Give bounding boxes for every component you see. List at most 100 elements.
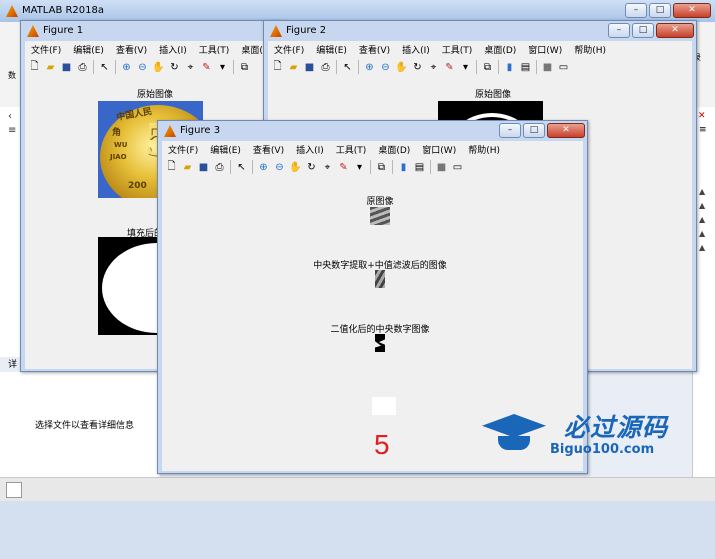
new-figure-icon[interactable]: 🗋 [27,60,42,75]
brush-icon[interactable]: ✎ [199,60,214,75]
menu-view[interactable]: 查看(V) [247,143,290,156]
coin-wu: WU [114,141,128,149]
menu-tools[interactable]: 工具(T) [193,43,236,56]
pointer-icon[interactable]: ↖ [97,60,112,75]
dock-icon[interactable]: ▭ [556,60,571,75]
hide-tools-icon[interactable]: ■ [434,160,449,175]
matlab-logo-icon [164,125,176,137]
zoom-out-icon[interactable]: ⊖ [272,160,287,175]
rotate-icon[interactable]: ↻ [304,160,319,175]
menu-file[interactable]: 文件(F) [162,143,204,156]
menu-desktop[interactable]: 桌面(D) [478,43,522,56]
data-cursor-icon[interactable]: ⌖ [183,60,198,75]
brush-icon[interactable]: ✎ [336,160,351,175]
rotate-icon[interactable]: ↻ [167,60,182,75]
dropdown-arrow-icon[interactable]: ▾ [215,60,230,75]
list-icon-right[interactable]: ≡ [699,125,707,135]
figure-2-title: Figure 2 [286,25,327,36]
hide-tools-icon[interactable]: ■ [540,60,555,75]
colorbar-icon[interactable]: ▮ [396,160,411,175]
dock-icon[interactable]: ▭ [450,160,465,175]
dropdown-arrow-icon[interactable]: ▾ [352,160,367,175]
link-icon[interactable]: ⧉ [237,60,252,75]
open-file-icon[interactable]: ▰ [286,60,301,75]
menu-tools[interactable]: 工具(T) [436,43,479,56]
data-cursor-icon[interactable]: ⌖ [426,60,441,75]
save-icon[interactable]: ■ [59,60,74,75]
figure-3-axes-3-title: 二值化后的中央数字图像 [330,325,430,335]
open-file-icon[interactable]: ▰ [43,60,58,75]
menu-insert[interactable]: 插入(I) [153,43,193,56]
pan-icon[interactable]: ✋ [394,60,409,75]
main-minimize-button[interactable]: – [625,3,647,18]
fig2-maximize-button[interactable]: □ [632,23,654,38]
menu-view[interactable]: 查看(V) [353,43,396,56]
fig3-maximize-button[interactable]: □ [523,123,545,138]
data-cursor-icon[interactable]: ⌖ [320,160,335,175]
binarized-digit-image [375,334,385,352]
fig2-close-button[interactable]: ✕ [656,23,694,38]
graduation-cap-base-icon [498,436,530,450]
print-icon[interactable]: ⎙ [75,60,90,75]
menu-insert[interactable]: 插入(I) [290,143,330,156]
median-filtered-image [375,270,385,288]
print-icon[interactable]: ⎙ [212,160,227,175]
main-close-button[interactable]: ✕ [673,3,711,18]
save-icon[interactable]: ■ [302,60,317,75]
back-arrow-icon[interactable]: ‹ [8,111,12,122]
menu-file[interactable]: 文件(F) [25,43,67,56]
zoom-in-icon[interactable]: ⊕ [256,160,271,175]
fig3-close-button[interactable]: ✕ [547,123,585,138]
legend-icon[interactable]: ▤ [412,160,427,175]
original-crop-image [370,207,390,225]
new-figure-icon[interactable]: 🗋 [164,160,179,175]
legend-icon[interactable]: ▤ [518,60,533,75]
menu-help[interactable]: 帮助(H) [462,143,506,156]
zoom-out-icon[interactable]: ⊖ [135,60,150,75]
print-icon[interactable]: ⎙ [318,60,333,75]
menu-window[interactable]: 窗口(W) [522,43,568,56]
colorbar-icon[interactable]: ▮ [502,60,517,75]
pointer-icon[interactable]: ↖ [340,60,355,75]
menu-edit[interactable]: 编辑(E) [204,143,247,156]
menu-file[interactable]: 文件(F) [268,43,310,56]
zoom-out-icon[interactable]: ⊖ [378,60,393,75]
main-maximize-button[interactable]: □ [649,3,671,18]
menu-view[interactable]: 查看(V) [110,43,153,56]
fig2-minimize-button[interactable]: – [608,23,630,38]
menu-tools[interactable]: 工具(T) [330,143,373,156]
watermark: 必过源码 Biguo100.com [480,408,710,468]
dropdown-arrow-icon[interactable]: ▾ [458,60,473,75]
menu-edit[interactable]: 编辑(E) [310,43,353,56]
pan-icon[interactable]: ✋ [151,60,166,75]
figure-1-titlebar[interactable]: Figure 1 [21,21,286,41]
menu-insert[interactable]: 插入(I) [396,43,436,56]
figure-3-titlebar[interactable]: Figure 3 – □ ✕ [158,121,587,141]
figure-3-toolbar: 🗋 ▰ ■ ⎙ ↖ ⊕ ⊖ ✋ ↻ ⌖ ✎ ▾ ⧉ ▮ ▤ ■ ▭ [162,157,583,178]
pan-icon[interactable]: ✋ [288,160,303,175]
list-icon[interactable]: ≡ [8,125,16,136]
coin-year: 200 [128,181,147,191]
menu-help[interactable]: 帮助(H) [568,43,612,56]
menu-desktop[interactable]: 桌面(D) [372,143,416,156]
figure-2-menubar: 文件(F) 编辑(E) 查看(V) 插入(I) 工具(T) 桌面(D) 窗口(W… [268,41,692,58]
side-arrows[interactable]: ▲ ▲ ▲ ▲ ▲ [699,185,705,255]
brush-icon[interactable]: ✎ [442,60,457,75]
link-icon[interactable]: ⧉ [480,60,495,75]
zoom-in-icon[interactable]: ⊕ [362,60,377,75]
save-icon[interactable]: ■ [196,160,211,175]
zoom-in-icon[interactable]: ⊕ [119,60,134,75]
close-icon[interactable]: ✕ [698,111,706,121]
figure-2-titlebar[interactable]: Figure 2 – □ ✕ [264,21,696,41]
fig3-minimize-button[interactable]: – [499,123,521,138]
new-figure-icon[interactable]: 🗋 [270,60,285,75]
figure-2-toolbar: 🗋 ▰ ■ ⎙ ↖ ⊕ ⊖ ✋ ↻ ⌖ ✎ ▾ ⧉ ▮ ▤ ■ ▭ [268,57,692,78]
menu-window[interactable]: 窗口(W) [416,143,462,156]
link-icon[interactable]: ⧉ [374,160,389,175]
scroll-icon[interactable] [697,547,709,559]
menu-edit[interactable]: 编辑(E) [67,43,110,56]
figure-1-toolbar: 🗋 ▰ ■ ⎙ ↖ ⊕ ⊖ ✋ ↻ ⌖ ✎ ▾ ⧉ [25,57,282,78]
rotate-icon[interactable]: ↻ [410,60,425,75]
open-file-icon[interactable]: ▰ [180,160,195,175]
pointer-icon[interactable]: ↖ [234,160,249,175]
